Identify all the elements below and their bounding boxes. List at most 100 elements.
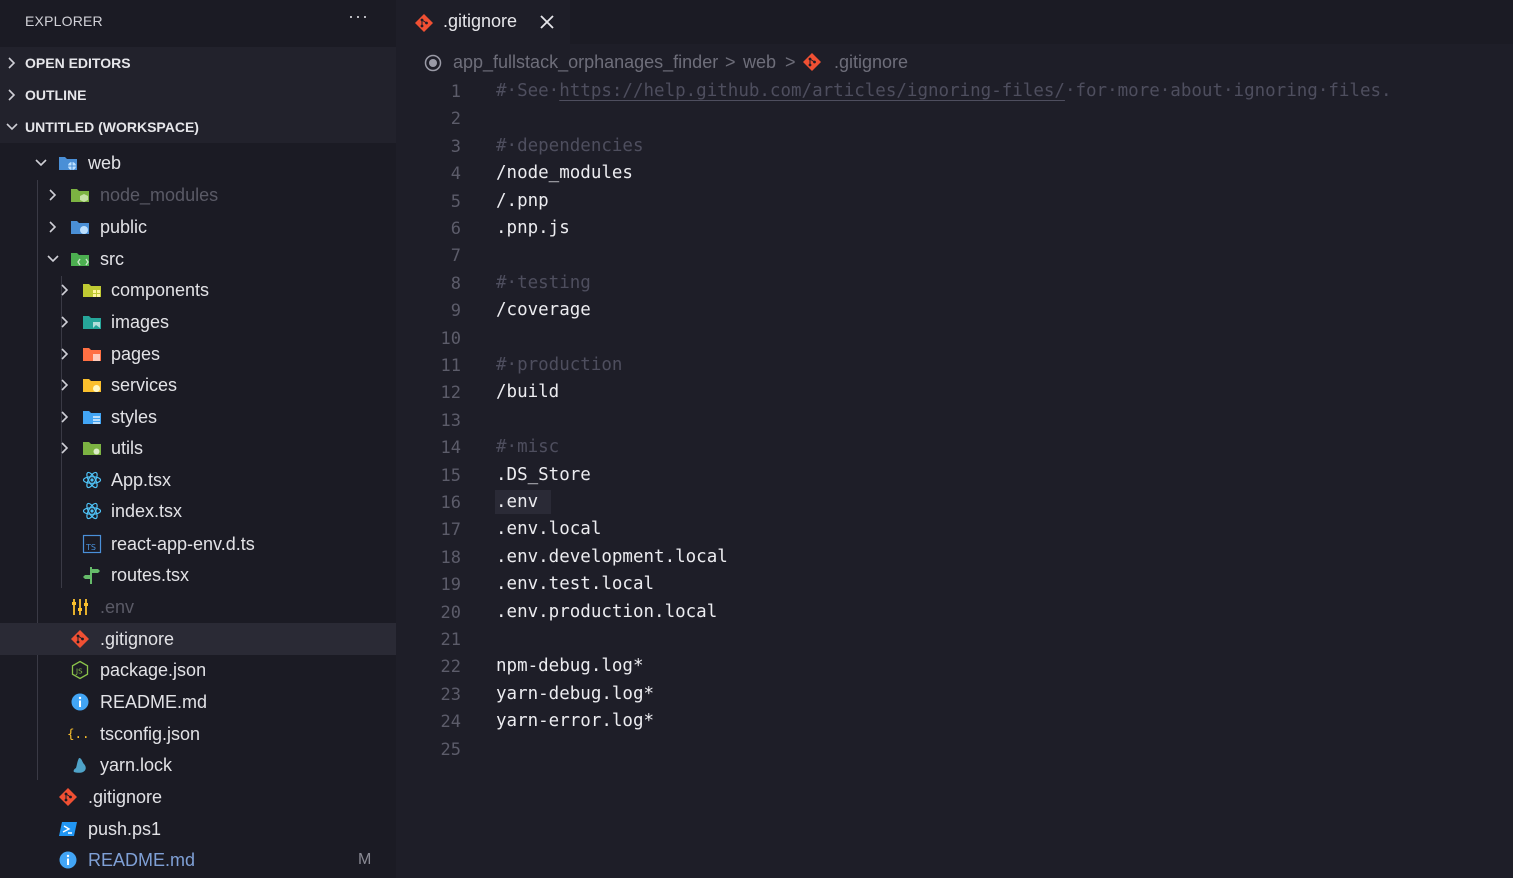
code-comment: #·misc (496, 437, 560, 458)
chevron-right-icon (8, 89, 16, 101)
line-number: 13 (440, 410, 461, 431)
git-icon (803, 53, 821, 71)
line-number: 7 (450, 246, 461, 267)
code-line: .pnp.js (496, 218, 570, 238)
git-icon (71, 630, 89, 648)
breadcrumb: app_fullstack_orphanages_finder > web > … (397, 48, 1513, 78)
comment-link[interactable]: https://help.github.com/articles/ignorin… (559, 81, 1065, 101)
breadcrumb-item-root[interactable]: app_fullstack_orphanages_finder (453, 52, 718, 73)
circle-target-icon (424, 54, 442, 72)
line-number: 5 (450, 191, 461, 212)
line-number: 23 (440, 684, 461, 705)
chevron-right-icon (61, 284, 69, 296)
line-number: 21 (440, 630, 461, 650)
tree-label: README.md (88, 850, 196, 870)
tree-folder-images[interactable]: images (0, 306, 396, 338)
folder-src-icon (71, 253, 89, 266)
line-number: 4 (450, 164, 461, 185)
routes-icon (83, 567, 100, 584)
tree-file-yarn-lock[interactable]: yarn.lock (0, 749, 396, 781)
git-modified-badge: M (358, 851, 372, 868)
code-line: /node_modules (496, 163, 633, 184)
tree-label: web (88, 153, 122, 173)
tree-folder-components[interactable]: components (0, 274, 396, 306)
git-icon (415, 14, 433, 32)
code-line: .env.production.local (496, 601, 718, 622)
close-icon[interactable] (538, 13, 556, 31)
tree-label: react-app-env.d.ts (111, 534, 255, 554)
chevron-right-icon (61, 348, 69, 360)
code-comment: #·dependencies (496, 135, 644, 156)
chevron-down-icon (35, 159, 47, 167)
tree-folder-public[interactable]: public (0, 211, 396, 243)
tree-folder-web[interactable]: web (0, 147, 396, 179)
svg-text:TS: TS (85, 543, 96, 552)
code-editor[interactable]: 1 #·See·https://help.github.com/articles… (397, 78, 1513, 878)
folder-utils-icon (83, 442, 101, 455)
explorer-sidebar: EXPLORER ··· OPEN EDITORS OUTLINE UNTITL… (0, 0, 396, 878)
section-label: OUTLINE (25, 87, 87, 103)
tree-folder-styles[interactable]: styles (0, 401, 396, 433)
tree-file-react-app-env[interactable]: TS react-app-env.d.ts (0, 528, 396, 560)
comment-text: ·for·more·about·ignoring·files. (1064, 81, 1392, 101)
editor-tab-bar: .gitignore (397, 0, 1513, 44)
tree-label: public (100, 217, 148, 237)
tree-label: App.tsx (111, 470, 172, 490)
tree-folder-services[interactable]: services (0, 369, 396, 401)
chevron-right-icon (61, 316, 69, 328)
chevron-down-icon (47, 255, 59, 263)
line-number: 20 (440, 602, 461, 623)
code-comment: #·production (496, 355, 623, 375)
tree-file-routes-tsx[interactable]: routes.tsx (0, 559, 396, 591)
git-icon (59, 788, 77, 806)
explorer-title: EXPLORER (25, 13, 103, 29)
chevron-right-icon (49, 221, 57, 233)
line-number: 10 (440, 328, 461, 349)
react-icon (82, 502, 102, 520)
line-number: 14 (440, 438, 461, 459)
line-number: 24 (440, 712, 461, 733)
tree-file-package-json[interactable]: JS package.json (0, 654, 396, 686)
section-workspace[interactable]: UNTITLED (WORKSPACE) (0, 111, 396, 143)
tree-file-gitignore-selected[interactable]: .gitignore (0, 623, 396, 655)
tab-label: .gitignore (443, 11, 518, 31)
tree-file-index-tsx[interactable]: index.tsx (0, 495, 396, 527)
tree-file-env[interactable]: .env (0, 591, 396, 623)
tree-file-tsconfig[interactable]: {..} tsconfig.json (0, 718, 396, 750)
breadcrumb-item-file[interactable]: .gitignore (834, 52, 908, 73)
more-actions-icon[interactable]: ··· (348, 6, 369, 27)
tree-label: tsconfig.json (100, 724, 201, 744)
tree-folder-node-modules[interactable]: node_modules (0, 179, 396, 211)
chevron-right-icon (49, 189, 57, 201)
code-line: .env.development.local (496, 546, 728, 567)
section-open-editors[interactable]: OPEN EDITORS (0, 47, 396, 79)
tree-file-readme[interactable]: README.md (0, 686, 396, 718)
tab-gitignore[interactable]: .gitignore (397, 0, 570, 44)
section-label: OPEN EDITORS (25, 55, 131, 71)
tree-file-push-ps1[interactable]: push.ps1 (0, 813, 396, 845)
tree-folder-src[interactable]: src (0, 243, 396, 275)
tree-file-readme-root[interactable]: README.md M (0, 844, 396, 876)
code-line: .env (496, 492, 539, 512)
tree-label: routes.tsx (111, 565, 190, 585)
line-number: 19 (440, 575, 461, 596)
tree-file-gitignore-root[interactable]: .gitignore (0, 781, 396, 813)
tree-folder-pages[interactable]: pages (0, 338, 396, 370)
tree-label: styles (111, 407, 158, 427)
comment-text: #·See· (496, 81, 560, 101)
tree-label: .env (100, 597, 135, 617)
tree-label: push.ps1 (88, 819, 162, 839)
line-number: 3 (450, 136, 461, 157)
tree-label: README.md (100, 692, 208, 712)
line-number: 25 (440, 739, 461, 760)
code-comment: #·testing (496, 272, 591, 293)
tree-folder-utils[interactable]: utils (0, 432, 396, 464)
tree-file-app-tsx[interactable]: App.tsx (0, 464, 396, 496)
line-number: 8 (450, 273, 461, 294)
section-outline[interactable]: OUTLINE (0, 79, 396, 111)
breadcrumb-item-web[interactable]: web (743, 52, 776, 73)
code-line: /.pnp (496, 190, 549, 211)
code-line: /coverage (496, 300, 591, 321)
tree-label: yarn.lock (100, 755, 173, 775)
svg-text:{..}: {..} (67, 726, 87, 741)
